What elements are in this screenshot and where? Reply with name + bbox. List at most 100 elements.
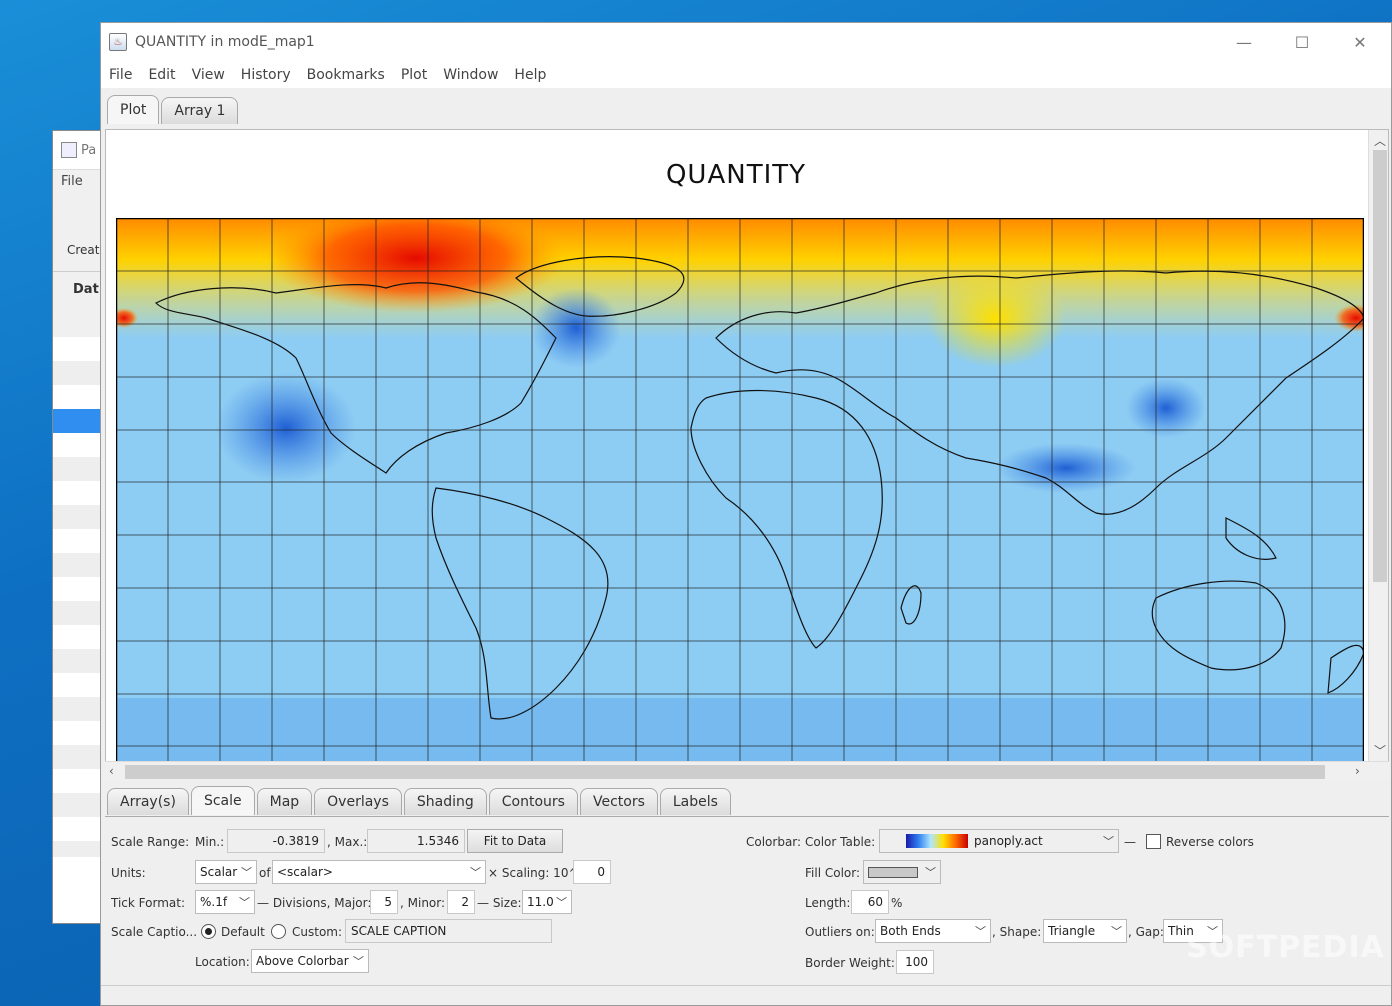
bg-datasets-tab[interactable]: Dat (53, 271, 101, 307)
size-label: — Size: (477, 896, 522, 910)
reverse-colors-checkbox[interactable] (1146, 834, 1161, 849)
chevron-down-icon: ﹀ (470, 866, 481, 879)
chevron-down-icon: ﹀ (556, 896, 567, 909)
tick-format-select[interactable]: %.1f ﹀ (195, 890, 255, 914)
tab-vectors[interactable]: Vectors (579, 788, 658, 815)
titlebar[interactable]: ♨ QUANTITY in modE_map1 — ☐ ✕ (101, 23, 1391, 61)
vertical-scroll-thumb[interactable] (1373, 150, 1387, 582)
plot-area: QUANTITY ︿ ﹀ (105, 129, 1389, 779)
menubar: File Edit View History Bookmarks Plot Wi… (101, 61, 1391, 88)
menu-history[interactable]: History (241, 67, 299, 83)
tab-array-1[interactable]: Array 1 (161, 97, 239, 124)
menu-view[interactable]: View (192, 67, 233, 83)
caption-default-radio[interactable] (201, 924, 216, 939)
fill-color-swatch (868, 866, 918, 878)
colormap-swatch (906, 834, 968, 848)
units-select[interactable]: Scalar ﹀ (195, 860, 257, 884)
chevron-down-icon: ﹀ (975, 925, 986, 938)
settings-tab-strip: Array(s) Scale Map Overlays Shading Cont… (107, 786, 731, 815)
major-divisions-field[interactable]: 5 (370, 890, 398, 914)
chevron-down-icon: ﹀ (239, 896, 250, 909)
color-table-label: Color Table: (805, 835, 876, 849)
scalar-select-value: <scalar> (277, 865, 333, 879)
bg-dataset-list[interactable] (53, 337, 101, 857)
outliers-label: Outliers on: (805, 925, 875, 939)
menu-help[interactable]: Help (514, 67, 554, 83)
location-value: Above Colorbar (256, 954, 349, 968)
java-icon (61, 142, 77, 158)
chevron-down-icon: ﹀ (353, 955, 364, 968)
fill-color-select[interactable]: ﹀ (863, 860, 941, 884)
caption-custom-radio[interactable] (271, 924, 286, 939)
minor-divisions-field[interactable]: 2 (447, 890, 475, 914)
chevron-down-icon: ﹀ (241, 866, 252, 879)
units-label: Units: (111, 866, 146, 880)
tab-map[interactable]: Map (256, 788, 313, 815)
cold-spot-asia (1126, 378, 1206, 438)
fill-color-label: Fill Color: (805, 866, 861, 880)
close-button[interactable]: ✕ (1331, 23, 1389, 61)
border-weight-field[interactable]: 100 (896, 950, 934, 974)
size-select[interactable]: 11.0 ﹀ (522, 890, 572, 914)
length-field[interactable]: 60 (851, 890, 889, 914)
shape-label: , Shape: (992, 925, 1042, 939)
menu-plot[interactable]: Plot (401, 67, 435, 83)
main-window: ♨ QUANTITY in modE_map1 — ☐ ✕ File Edit … (100, 22, 1392, 1006)
menu-window[interactable]: Window (443, 67, 506, 83)
bg-create-button[interactable]: Creat (53, 193, 101, 271)
border-weight-label: Border Weight: (805, 956, 895, 970)
tab-scale[interactable]: Scale (190, 786, 255, 815)
bg-window-titlebar[interactable]: Pa (53, 131, 101, 169)
menu-edit[interactable]: Edit (148, 67, 183, 83)
horizontal-scrollbar[interactable]: ‹ › (105, 761, 1389, 781)
caption-custom-label: Custom: (292, 925, 343, 939)
vertical-scrollbar[interactable]: ︿ ﹀ (1368, 130, 1388, 778)
location-label: Location: (195, 955, 250, 969)
tab-labels[interactable]: Labels (659, 788, 731, 815)
tab-contours[interactable]: Contours (488, 788, 578, 815)
bg-window-title: Pa (81, 142, 97, 158)
tab-overlays[interactable]: Overlays (314, 788, 402, 815)
cold-spot-pacific (216, 373, 356, 483)
tab-plot[interactable]: Plot (107, 95, 160, 124)
tab-shading[interactable]: Shading (403, 788, 487, 815)
max-value-field[interactable]: 1.5346 (367, 829, 465, 853)
tab-arrays[interactable]: Array(s) (107, 788, 189, 815)
percent-label: % (891, 896, 903, 910)
caption-text-field[interactable]: SCALE CAPTION (345, 919, 552, 943)
min-value-field[interactable]: -0.3819 (227, 829, 325, 853)
min-label: Min.: (195, 835, 225, 849)
chevron-down-icon: ﹀ (925, 866, 936, 879)
shape-select[interactable]: Triangle ﹀ (1043, 919, 1127, 943)
horizontal-scroll-thumb[interactable] (125, 765, 1325, 779)
fit-to-data-button[interactable]: Fit to Data (467, 829, 563, 853)
scroll-down-icon[interactable]: ﹀ (1374, 742, 1386, 759)
plot-title: QUANTITY (665, 160, 807, 190)
shape-value: Triangle (1048, 924, 1096, 938)
maximize-button[interactable]: ☐ (1273, 23, 1331, 61)
color-table-value: panoply.act (974, 834, 1043, 848)
chevron-down-icon: ﹀ (1103, 835, 1114, 848)
length-label: Length: (805, 896, 851, 910)
caption-default-label: Default (221, 925, 265, 939)
scroll-right-icon[interactable]: › (1355, 764, 1360, 778)
background-window[interactable]: Pa File Creat Dat (52, 130, 102, 924)
dash-separator: — (1124, 835, 1136, 849)
units-select-value: Scalar (200, 865, 238, 879)
outliers-select[interactable]: Both Ends ﹀ (875, 919, 991, 943)
max-label: , Max.: (327, 835, 368, 849)
minimize-button[interactable]: — (1215, 23, 1273, 61)
scaling-exponent-field[interactable]: 0 (573, 860, 611, 884)
softpedia-watermark: SOFTPEDIA (1186, 930, 1385, 965)
scalar-select[interactable]: <scalar> ﹀ (272, 860, 486, 884)
scroll-left-icon[interactable]: ‹ (109, 764, 114, 778)
scroll-up-icon[interactable]: ︿ (1374, 132, 1386, 149)
bg-selected-row[interactable] (53, 409, 101, 433)
tick-format-value: %.1f (200, 895, 228, 909)
location-select[interactable]: Above Colorbar ﹀ (251, 949, 369, 973)
color-table-select[interactable]: panoply.act ﹀ (879, 829, 1119, 853)
colorbar-label: Colorbar: (746, 835, 802, 849)
bg-menu-file[interactable]: File (53, 169, 101, 193)
menu-bookmarks[interactable]: Bookmarks (307, 67, 393, 83)
menu-file[interactable]: File (109, 67, 140, 83)
